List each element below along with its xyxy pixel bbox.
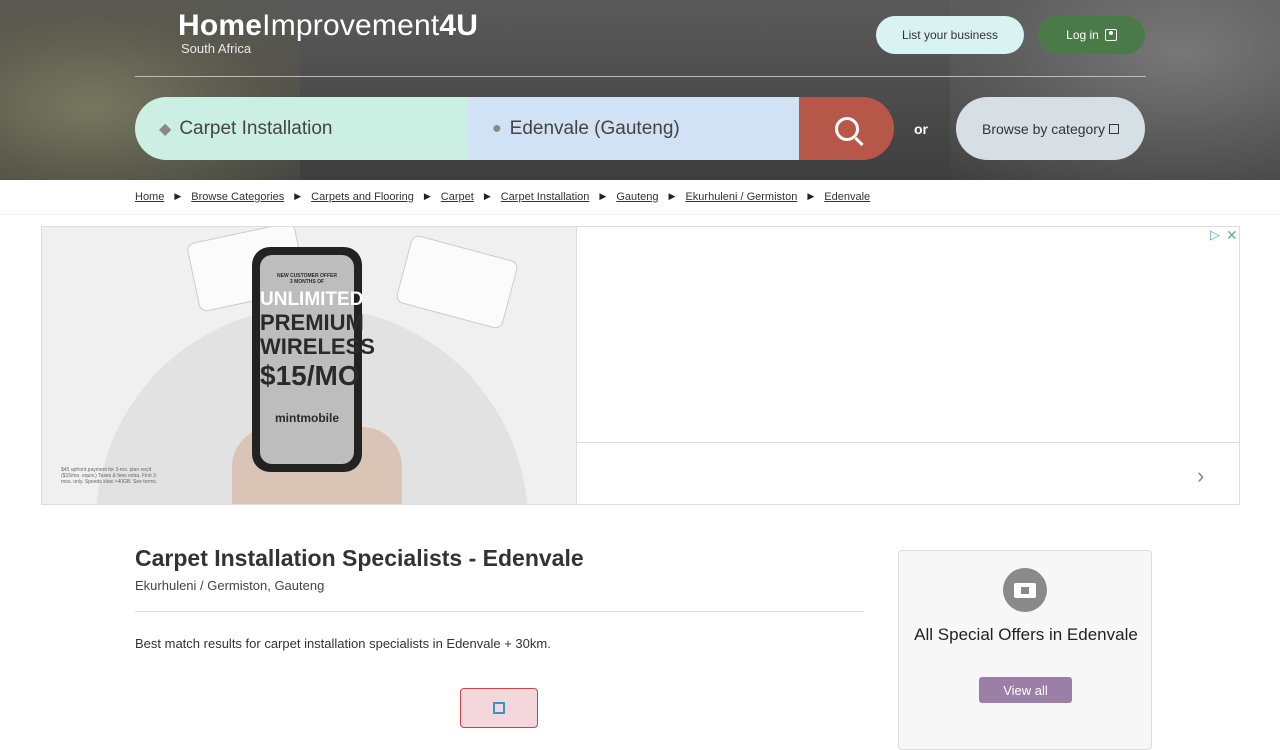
browse-label: Browse by category [982, 120, 1105, 137]
ad-phone-premium: PREMIUM [260, 310, 364, 335]
breadcrumb-home[interactable]: Home [135, 191, 164, 203]
filter-icon[interactable] [493, 702, 505, 714]
what-search-input[interactable]: ◆ Carpet Installation [135, 97, 468, 160]
ad-phone-price: $15/MO [260, 360, 360, 391]
breadcrumb-gauteng[interactable]: Gauteng [616, 191, 658, 203]
chevron-right-icon[interactable]: › [1197, 463, 1204, 489]
page-title: Carpet Installation Specialists - Edenva… [135, 545, 584, 571]
ad-choices-icon[interactable]: ▷ [1210, 227, 1220, 243]
content-divider [135, 611, 863, 612]
ad-phone-unlimited: UNLIMITED [260, 289, 364, 310]
special-offers-title: All Special Offers in Edenvale [914, 625, 1138, 644]
breadcrumb: Home ▶ Browse Categories ▶ Carpets and F… [135, 188, 870, 205]
breadcrumb-browse-categories[interactable]: Browse Categories [191, 191, 284, 203]
or-label: or [914, 121, 928, 137]
where-search-value: Edenvale (Gauteng) [509, 117, 680, 139]
search-button[interactable] [799, 97, 894, 160]
ad-divider [577, 442, 1239, 443]
search-icon [834, 116, 859, 141]
chevron-right-icon: ▶ [668, 191, 676, 201]
special-offers-panel: All Special Offers in Edenvale View all [898, 550, 1152, 750]
ad-divider [576, 227, 577, 504]
breadcrumb-ekurhuleni[interactable]: Ekurhuleni / Germiston [685, 191, 797, 203]
login-button[interactable]: Log in [1038, 16, 1145, 54]
page-location: Ekurhuleni / Germiston, Gauteng [135, 578, 325, 593]
login-label: Log in [1066, 28, 1099, 42]
ad-phone-graphic: NEW CUSTOMER OFFER 3 MONTHS OF UNLIMITED… [252, 247, 375, 472]
chevron-right-icon: ▶ [294, 191, 302, 201]
external-link-icon [1108, 123, 1119, 134]
advertisement[interactable]: NEW CUSTOMER OFFER 3 MONTHS OF UNLIMITED… [41, 226, 1240, 505]
ad-card-graphic [394, 233, 520, 331]
ad-fine-print: $45 upfront payment for 3-mo. plan req'd… [61, 467, 158, 485]
what-search-value: Carpet Installation [179, 117, 333, 139]
view-all-button[interactable]: View all [979, 677, 1072, 703]
ad-image[interactable]: NEW CUSTOMER OFFER 3 MONTHS OF UNLIMITED… [42, 227, 577, 504]
tag-icon: ◆ [159, 120, 172, 138]
breadcrumb-carpet[interactable]: Carpet [441, 191, 474, 203]
chevron-right-icon: ▶ [599, 191, 607, 201]
user-icon [1104, 29, 1117, 41]
breadcrumb-divider [0, 214, 1280, 215]
chevron-right-icon: ▶ [174, 191, 182, 201]
breadcrumb-edenvale[interactable]: Edenvale [824, 191, 870, 203]
breadcrumb-carpet-installation[interactable]: Carpet Installation [501, 191, 590, 203]
chevron-right-icon: ▶ [483, 191, 491, 201]
breadcrumb-carpets-flooring[interactable]: Carpets and Flooring [311, 191, 414, 203]
logo-text: HomeImprovement4U [178, 9, 479, 42]
results-description: Best match results for carpet installati… [135, 636, 551, 651]
ad-phone-brand: mintmobile [274, 411, 339, 425]
chevron-right-icon: ▶ [423, 191, 431, 201]
ad-phone-months: 3 MONTHS OF [289, 279, 325, 285]
logo-subtitle: South Africa [181, 41, 252, 56]
ad-phone-wireless: WIRELESS [260, 334, 375, 359]
chevron-right-icon: ▶ [807, 191, 815, 201]
browse-by-category-button[interactable]: Browse by category [956, 97, 1145, 160]
site-logo[interactable]: HomeImprovement4U South Africa [178, 10, 562, 56]
where-search-input[interactable]: ● Edenvale (Gauteng) [468, 97, 799, 160]
close-icon[interactable]: ✕ [1226, 227, 1238, 244]
list-business-button[interactable]: List your business [876, 16, 1024, 54]
header-divider [135, 76, 1146, 77]
ticket-icon [1003, 568, 1047, 612]
location-pin-icon: ● [492, 119, 502, 137]
